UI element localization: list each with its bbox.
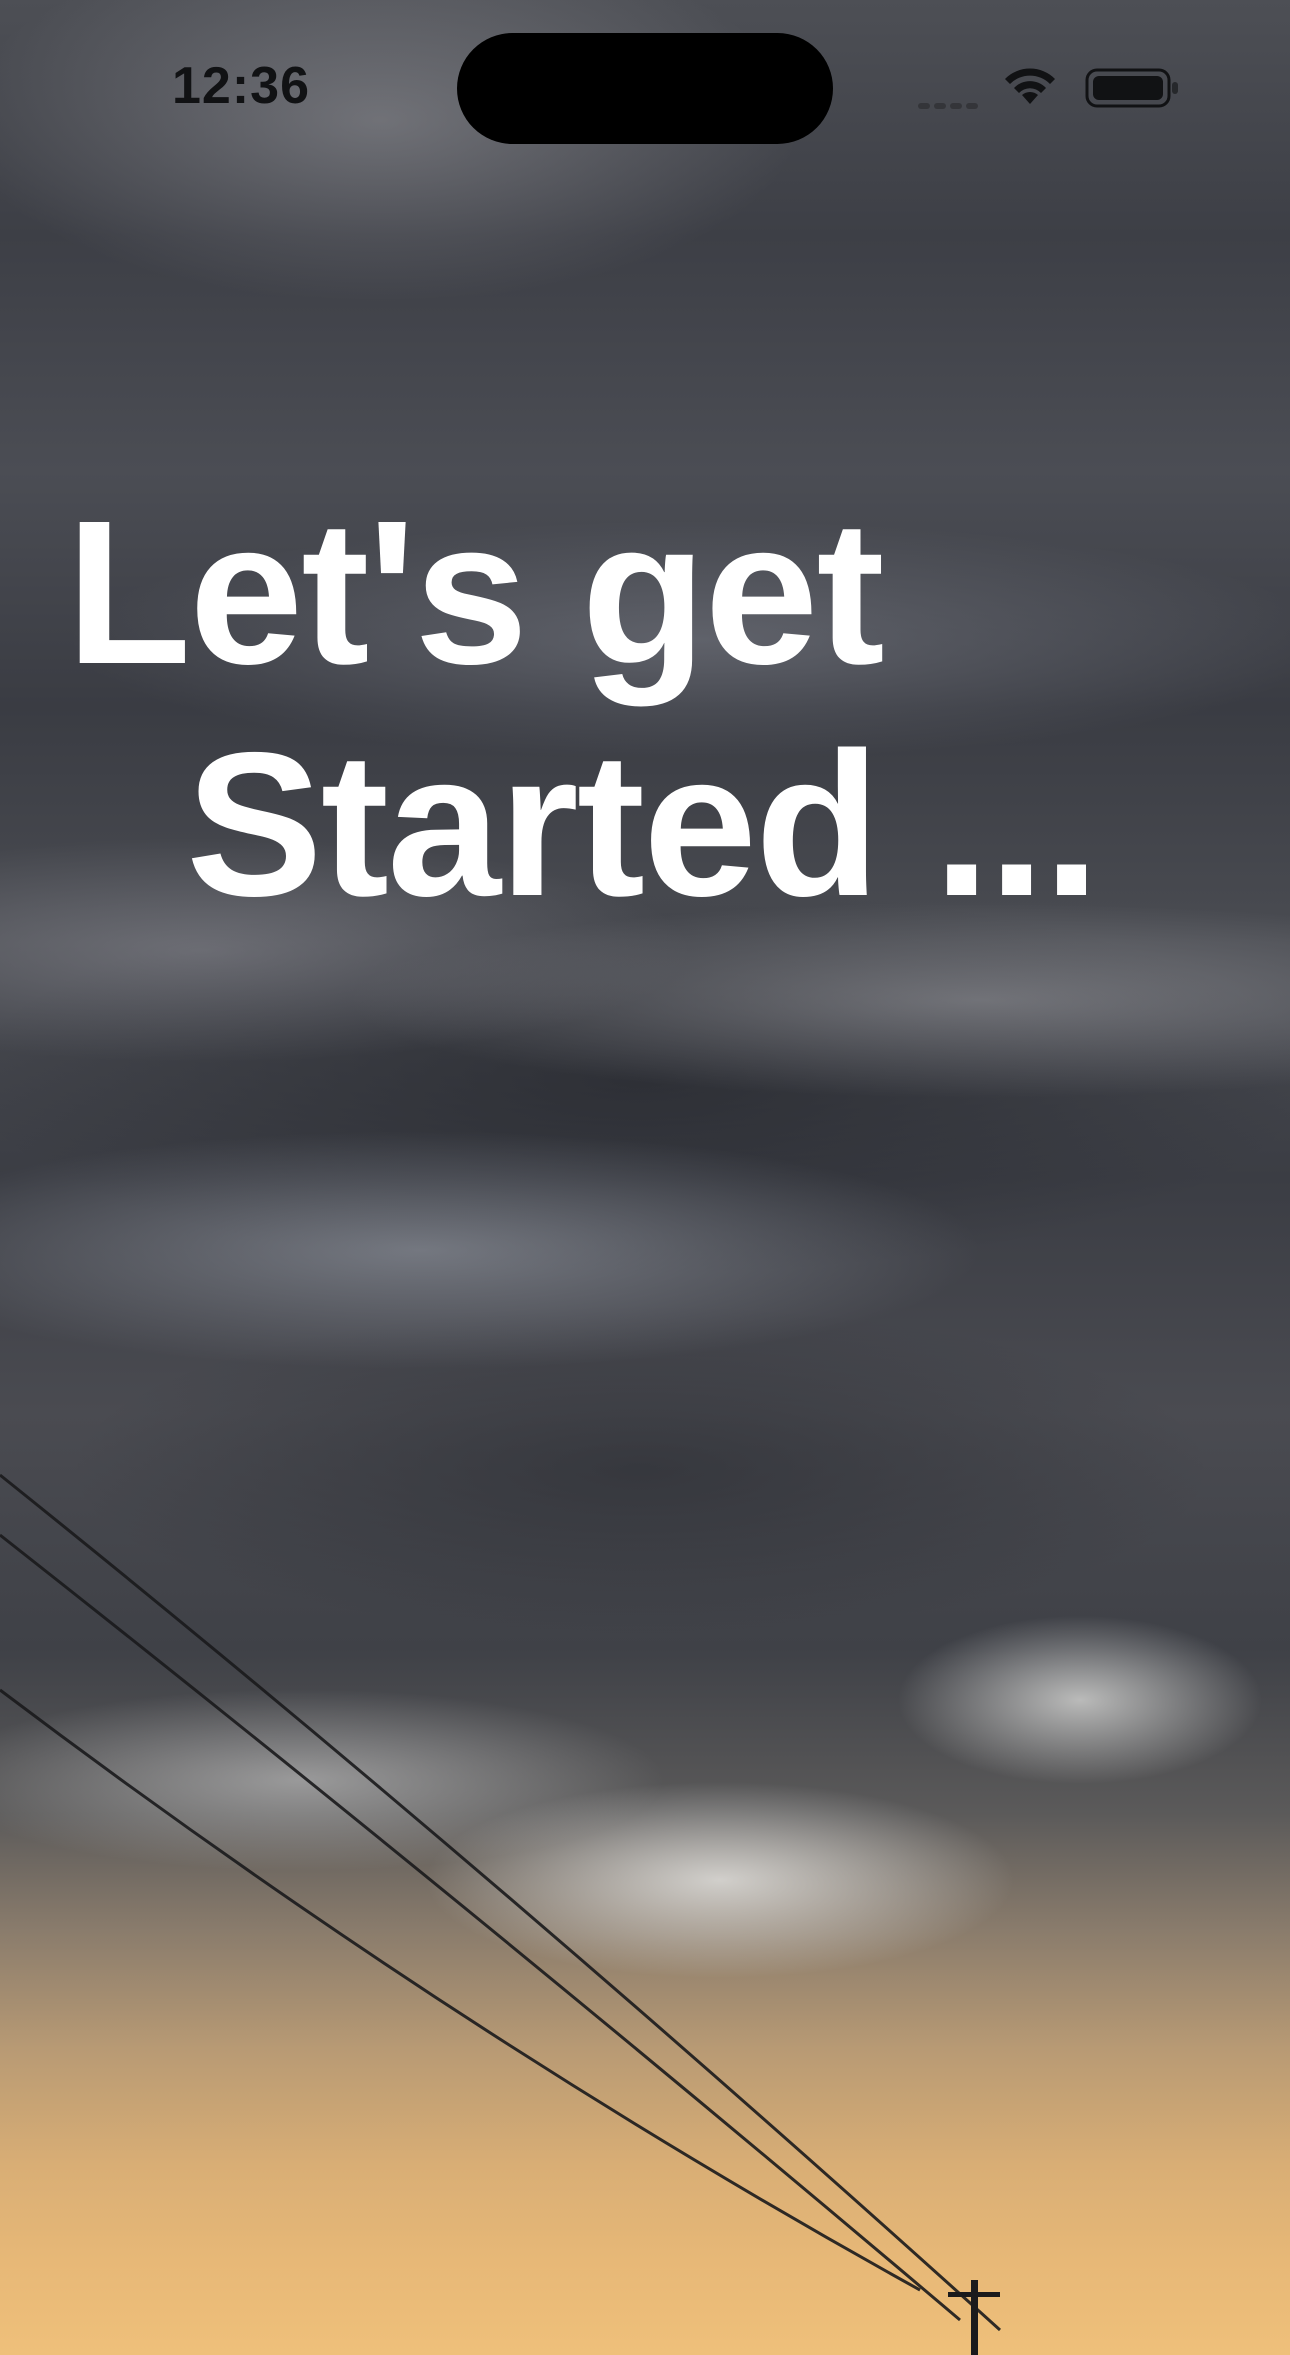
storm-clouds-background-image (0, 0, 1290, 2355)
cellular-signal-icon (918, 96, 982, 109)
status-time: 12:36 (172, 57, 310, 115)
headline-line-2: Started ... (186, 710, 1100, 939)
battery-icon (1085, 68, 1178, 108)
welcome-screen: 12:36 Let's get Started ... (0, 0, 1290, 2355)
status-bar: 12:36 (0, 0, 1290, 150)
headline-line-1: Let's get (66, 478, 885, 707)
dynamic-island (457, 33, 833, 144)
wifi-icon (1005, 68, 1055, 104)
